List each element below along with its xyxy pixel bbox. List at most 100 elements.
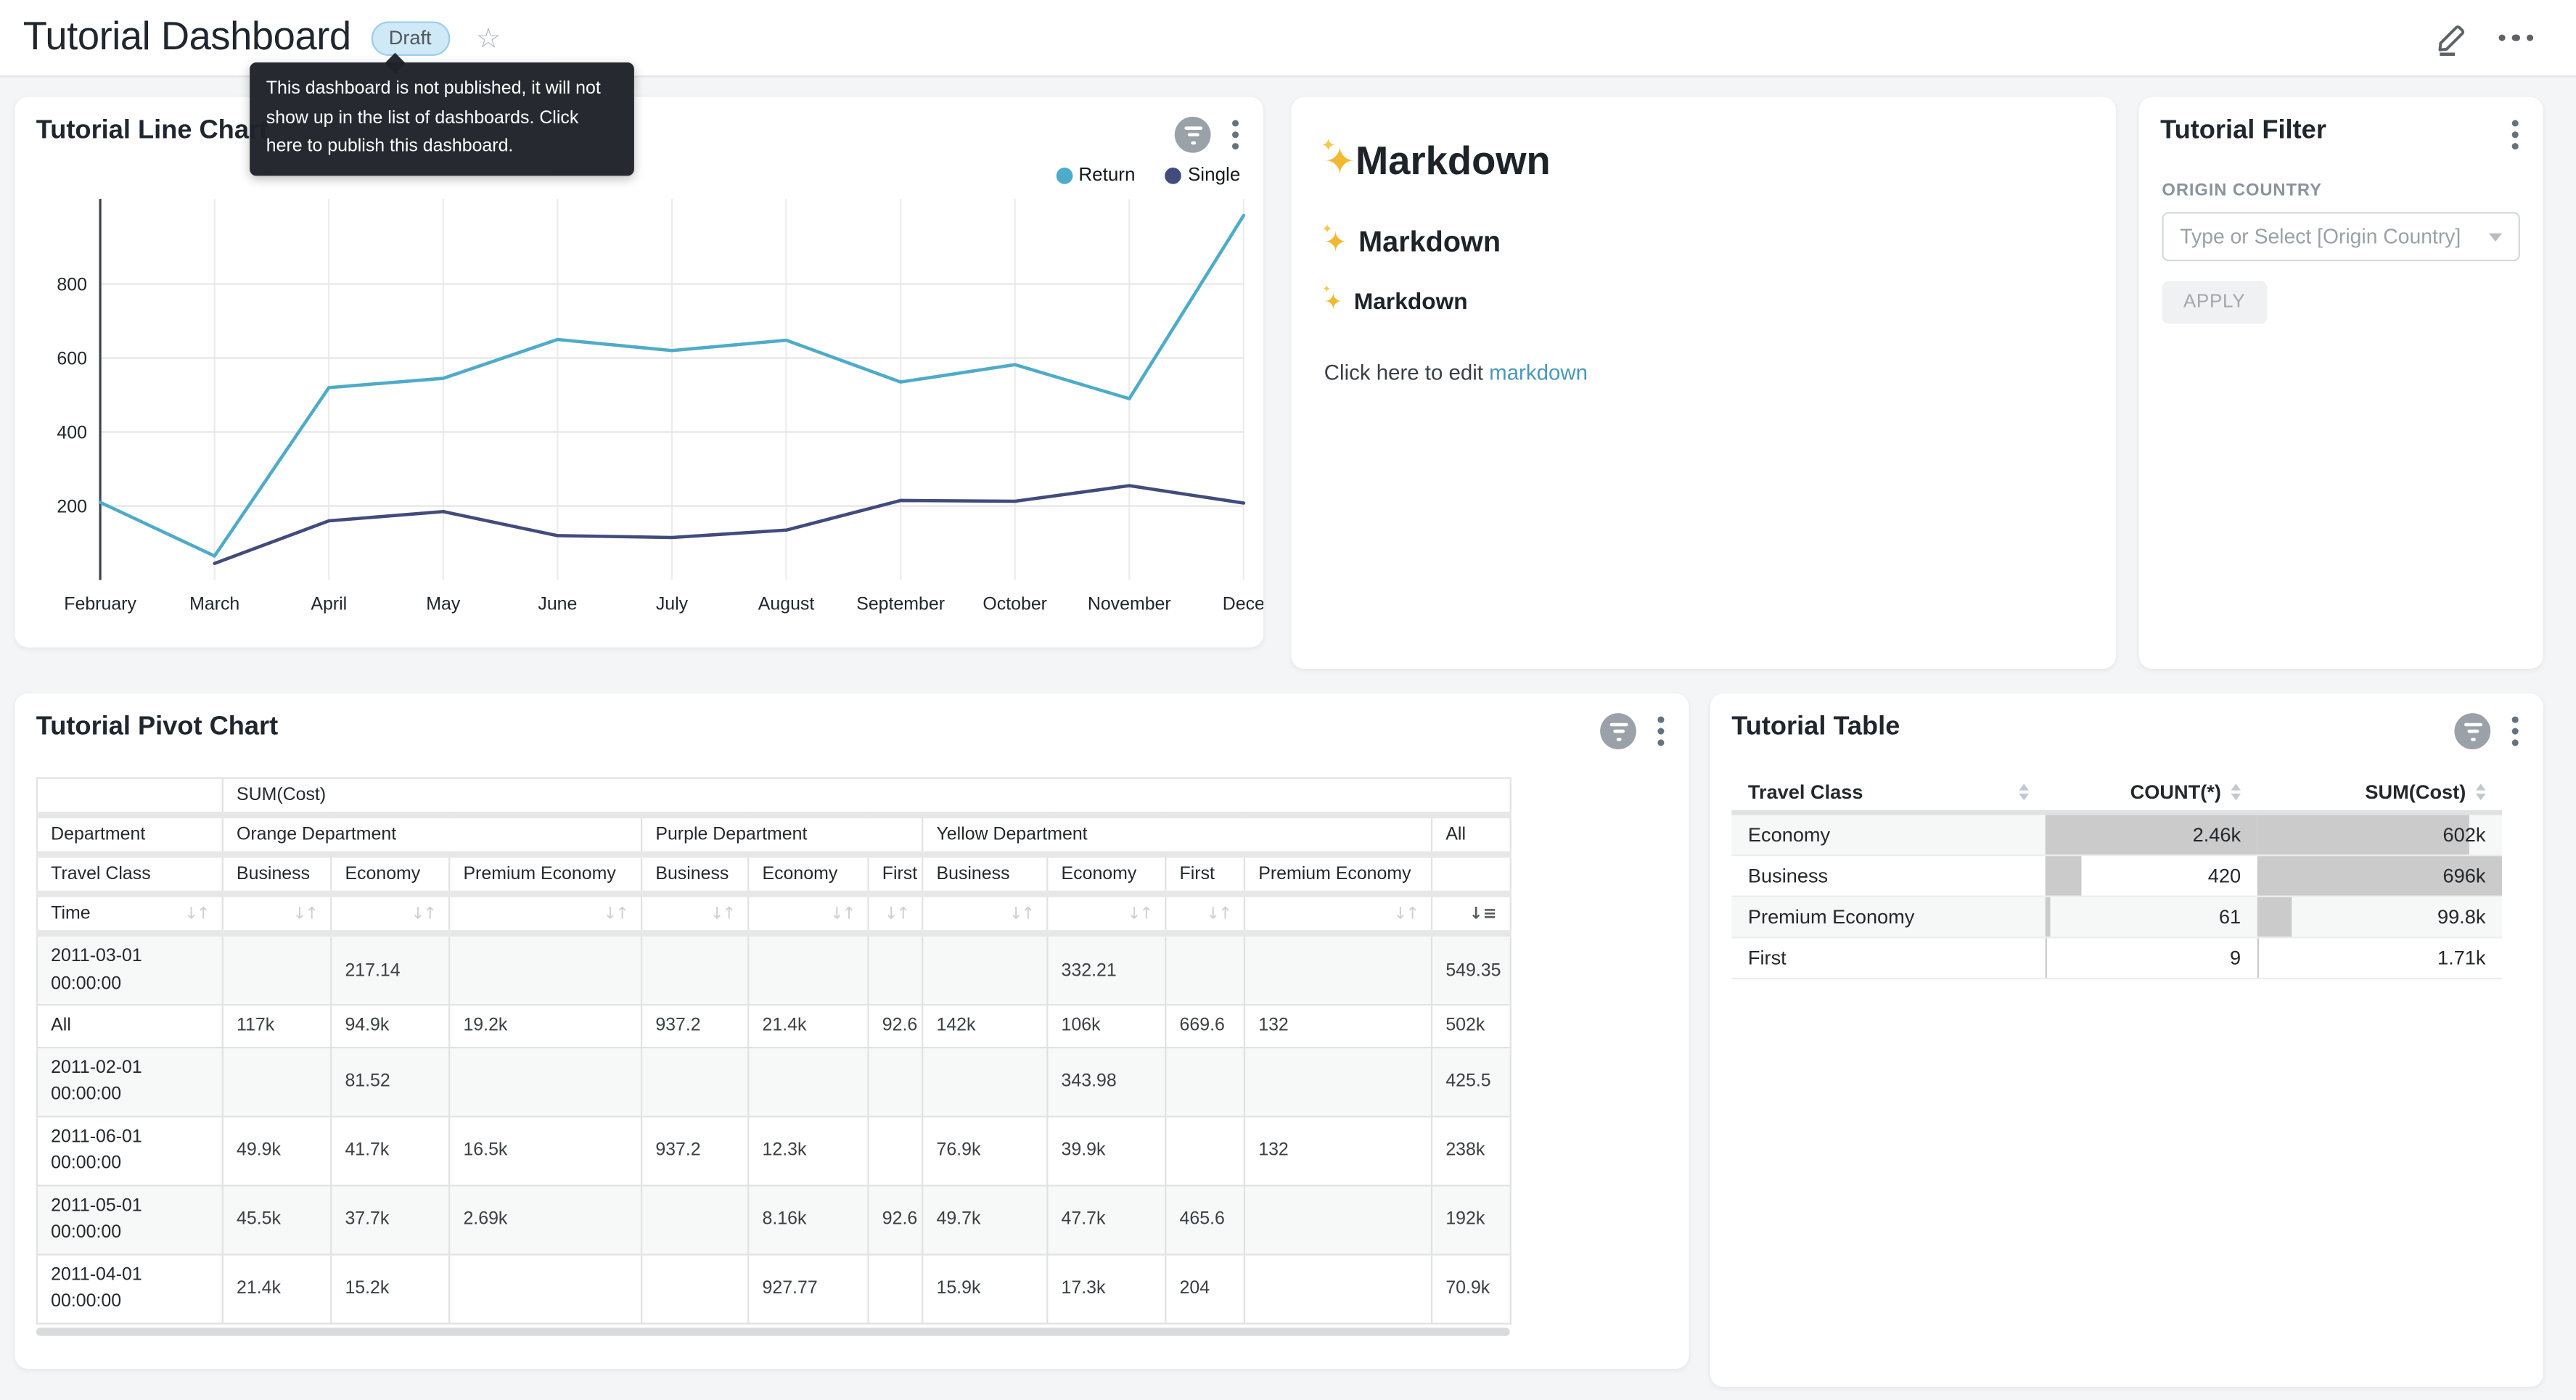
tooltip-text: This dashboard is not published, it will… — [266, 79, 601, 157]
markdown-card[interactable]: ✦✦Markdown ✦✦Markdown ✦✦Markdown Click h… — [1292, 97, 2117, 669]
pivot-column-header[interactable] — [1432, 855, 1511, 894]
pivot-cell: 17.3k — [1047, 1253, 1165, 1322]
table-column-header-sum-cost-[interactable]: SUM(Cost) — [2257, 773, 2502, 812]
pivot-sort-cell: ↓↑ — [1047, 894, 1165, 933]
sort-icon[interactable]: ↓↑ — [1206, 905, 1230, 923]
svg-text:May: May — [426, 593, 461, 614]
ellipsis-icon — [2498, 34, 2533, 41]
svg-text:August: August — [758, 593, 815, 614]
page-title: Tutorial Dashboard — [23, 15, 351, 60]
markdown-heading-1: ✦✦Markdown — [1324, 140, 2083, 186]
legend-item-return[interactable]: Return — [1056, 166, 1136, 186]
sparkles-icon: ✦✦ — [1324, 225, 1348, 260]
pivot-group-header[interactable]: All — [1432, 815, 1511, 855]
dashboard-canvas: Tutorial Line Chart ReturnSingle 2004006… — [0, 77, 2576, 1400]
pivot-cell: 81.52 — [331, 1047, 449, 1116]
pivot-row: All117k94.9k19.2k937.221.4k92.6142k106k6… — [37, 1005, 1511, 1047]
pivot-column-header[interactable]: Economy — [331, 855, 449, 894]
table-card-title: Tutorial Table — [1731, 713, 1900, 743]
pivot-cell — [869, 1116, 923, 1185]
pivot-sort-cell: ↓↑ — [449, 894, 641, 933]
filter-card-title: Tutorial Filter — [2160, 117, 2326, 147]
cell-bar — [2046, 856, 2082, 895]
pivot-group-header[interactable]: Purple Department — [641, 815, 922, 855]
pivot-cell: 45.5k — [223, 1185, 331, 1253]
sort-icon[interactable]: ↓↑ — [293, 905, 317, 923]
pivot-group-header[interactable]: Yellow Department — [922, 815, 1432, 855]
pivot-cell — [1165, 1047, 1244, 1116]
draft-status-badge[interactable]: Draft — [371, 20, 450, 55]
sort-icon[interactable]: ↓↑ — [411, 905, 435, 923]
sort-icon[interactable]: ↓↑ — [1393, 905, 1417, 923]
pivot-cell — [1244, 1047, 1432, 1116]
pivot-cell: 2.69k — [449, 1185, 641, 1253]
apply-button[interactable]: APPLY — [2162, 281, 2266, 324]
favorite-star-icon[interactable]: ☆ — [476, 24, 501, 52]
pivot-column-header[interactable]: Business — [922, 855, 1047, 894]
pivot-column-header[interactable]: Business — [641, 855, 748, 894]
pivot-cell: 204 — [1165, 1253, 1244, 1322]
sort-icon[interactable]: ↓↑ — [830, 905, 854, 923]
pivot-row-label: 2011-06-0100:00:00 — [37, 1116, 223, 1185]
pivot-cell: 937.2 — [641, 1116, 748, 1185]
pivot-cell: 15.2k — [331, 1253, 449, 1322]
edit-dashboard-button[interactable] — [2432, 20, 2469, 56]
more-actions-button[interactable] — [2498, 34, 2533, 41]
pivot-cell — [1244, 934, 1432, 1005]
horizontal-scrollbar[interactable] — [36, 1327, 1510, 1335]
chart-filter-indicator-icon[interactable] — [1175, 117, 1211, 153]
sort-icon[interactable]: ↓↑ — [184, 905, 208, 923]
table-kebab-menu-icon[interactable] — [2507, 713, 2524, 749]
origin-country-label: ORIGIN COUNTRY — [2162, 181, 2520, 200]
sort-icon[interactable]: ↓↑ — [603, 905, 627, 923]
pivot-group-header[interactable]: Orange Department — [223, 815, 641, 855]
pivot-class-row: Travel ClassBusinessEconomyPremium Econo… — [37, 855, 1511, 894]
pivot-cell: 19.2k — [449, 1005, 641, 1047]
sort-desc-icon[interactable]: ↓≡ — [1469, 905, 1497, 923]
pivot-cell: 343.98 — [1047, 1047, 1165, 1116]
cell-value: 2.46k — [2193, 823, 2241, 847]
pivot-column-header[interactable]: Economy — [1047, 855, 1165, 894]
pivot-column-header[interactable]: Premium Economy — [449, 855, 641, 894]
pivot-column-header[interactable]: Economy — [748, 855, 868, 894]
markdown-edit-link[interactable]: markdown — [1489, 360, 1588, 384]
pivot-column-header[interactable]: First — [1165, 855, 1244, 894]
filter-kebab-menu-icon[interactable] — [2507, 117, 2524, 153]
sort-icon[interactable]: ↓↑ — [1128, 905, 1152, 923]
pivot-cell: 21.4k — [223, 1253, 331, 1322]
sort-icon[interactable]: ↓↑ — [885, 905, 908, 923]
table-column-header-travel-class[interactable]: Travel Class — [1731, 773, 2045, 812]
table-row: Premium Economy6199.8k — [1731, 897, 2502, 938]
svg-text:November: November — [1088, 593, 1171, 614]
table-filter-indicator-icon[interactable] — [2454, 713, 2490, 749]
table-row: Economy2.46k602k — [1731, 812, 2502, 855]
pivot-kebab-menu-icon[interactable] — [1653, 713, 1670, 749]
pivot-time-label: Time↓↑ — [37, 894, 223, 933]
sort-icon[interactable]: ↓↑ — [1009, 905, 1033, 923]
pivot-cell: 94.9k — [331, 1005, 449, 1047]
table-column-header-count-[interactable]: COUNT(*) — [2046, 773, 2257, 812]
sort-caret-icon — [2231, 783, 2241, 799]
pivot-column-header[interactable]: Business — [223, 855, 331, 894]
pivot-cell — [922, 934, 1047, 1005]
markdown-heading-3: ✦✦Markdown — [1324, 287, 2083, 316]
pivot-row-label: All — [37, 1005, 223, 1047]
chart-kebab-menu-icon[interactable] — [1227, 117, 1244, 153]
legend-dot — [1165, 168, 1181, 184]
legend-item-single[interactable]: Single — [1165, 166, 1240, 186]
pivot-column-header[interactable]: First — [869, 855, 923, 894]
sort-icon[interactable]: ↓↑ — [710, 905, 734, 923]
pivot-cell — [1165, 934, 1244, 1005]
pivot-row-label: 2011-04-0100:00:00 — [37, 1253, 223, 1322]
origin-country-select[interactable]: Type or Select [Origin Country] — [2162, 212, 2520, 261]
pivot-filter-indicator-icon[interactable] — [1600, 713, 1636, 749]
pivot-column-header[interactable]: Premium Economy — [1244, 855, 1432, 894]
travel-class-cell: Premium Economy — [1731, 897, 2045, 938]
pivot-sort-cell: ↓↑ — [641, 894, 748, 933]
pivot-cell: 12.3k — [748, 1116, 868, 1185]
svg-text:June: June — [538, 593, 577, 614]
pivot-sort-cell: ↓↑ — [1165, 894, 1244, 933]
pivot-cell — [869, 934, 923, 1005]
pivot-cell: 106k — [1047, 1005, 1165, 1047]
markdown-paragraph: Click here to edit markdown — [1324, 360, 2083, 384]
